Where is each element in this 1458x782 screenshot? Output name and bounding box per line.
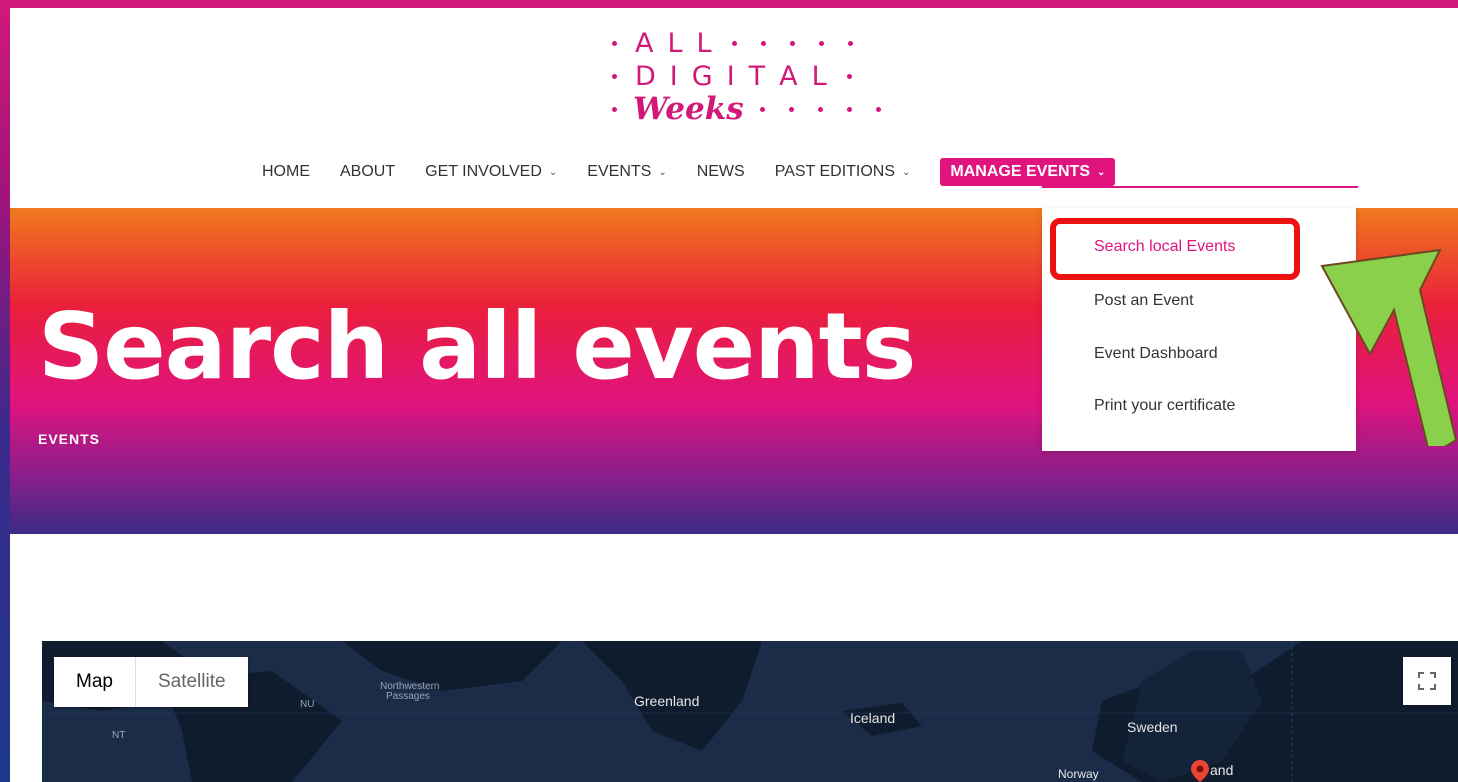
nav-home[interactable]: HOME: [262, 163, 310, 181]
logo-row-3: Weeks: [600, 91, 893, 127]
manage-events-dropdown: Search local Events Post an Event Event …: [1042, 208, 1356, 451]
map-type-toggle: Map Satellite: [54, 657, 248, 707]
nav-active-underline: [1042, 186, 1358, 188]
map-label-passages-2: Passages: [386, 691, 430, 702]
logo-row-1: A L L: [600, 26, 865, 60]
map-label-iceland: Iceland: [850, 710, 896, 726]
map-label-norway: Norway: [1058, 767, 1099, 781]
pointer-arrow-icon: [1320, 248, 1458, 446]
page-frame: A L L D I G I T A L Weeks HOME ABOUT GET…: [10, 8, 1458, 782]
map-label-finland: and: [1210, 762, 1234, 778]
chevron-down-icon: ⌄: [658, 166, 667, 178]
menu-item-post-an-event[interactable]: Post an Event: [1094, 292, 1194, 310]
chevron-down-icon: ⌄: [548, 166, 558, 178]
menu-item-print-certificate[interactable]: Print your certificate: [1094, 397, 1235, 415]
nav-events[interactable]: EVENTS ⌄: [587, 163, 666, 181]
fullscreen-button[interactable]: [1403, 657, 1451, 705]
map-landmass: [42, 641, 1458, 782]
logo-weeks: Weeks: [633, 91, 744, 127]
map-type-satellite-button[interactable]: Satellite: [134, 657, 248, 707]
site-logo[interactable]: A L L D I G I T A L Weeks: [600, 26, 930, 136]
nav-about[interactable]: ABOUT: [340, 163, 395, 181]
nav-manage-events[interactable]: MANAGE EVENTS ⌄: [940, 158, 1116, 186]
page-title: Search all events: [38, 293, 916, 400]
menu-item-search-local-events[interactable]: Search local Events: [1094, 238, 1235, 256]
logo-row-2: D I G I T A L: [600, 59, 864, 93]
map-label-sweden: Sweden: [1127, 719, 1178, 735]
nav-past-editions[interactable]: PAST EDITIONS ⌄: [775, 163, 911, 181]
map-label-nu: NU: [300, 699, 315, 710]
nav-get-involved[interactable]: GET INVOLVED ⌄: [425, 163, 557, 181]
chevron-down-icon: ⌄: [1097, 166, 1106, 178]
main-nav: HOME ABOUT GET INVOLVED ⌄ EVENTS ⌄ NEWS PA…: [262, 158, 1116, 186]
map-label-nt: NT: [112, 730, 126, 741]
fullscreen-icon: [1418, 672, 1436, 690]
nav-news[interactable]: NEWS: [697, 163, 745, 181]
map-marker-icon[interactable]: [1191, 760, 1209, 782]
menu-item-event-dashboard[interactable]: Event Dashboard: [1094, 345, 1218, 363]
map-label-greenland: Greenland: [634, 693, 700, 709]
events-map[interactable]: Map Satellite NU NT Northwestern Passage…: [42, 641, 1458, 782]
map-type-map-button[interactable]: Map: [54, 657, 135, 707]
chevron-down-icon: ⌄: [902, 166, 911, 178]
breadcrumb[interactable]: EVENTS: [38, 431, 100, 447]
